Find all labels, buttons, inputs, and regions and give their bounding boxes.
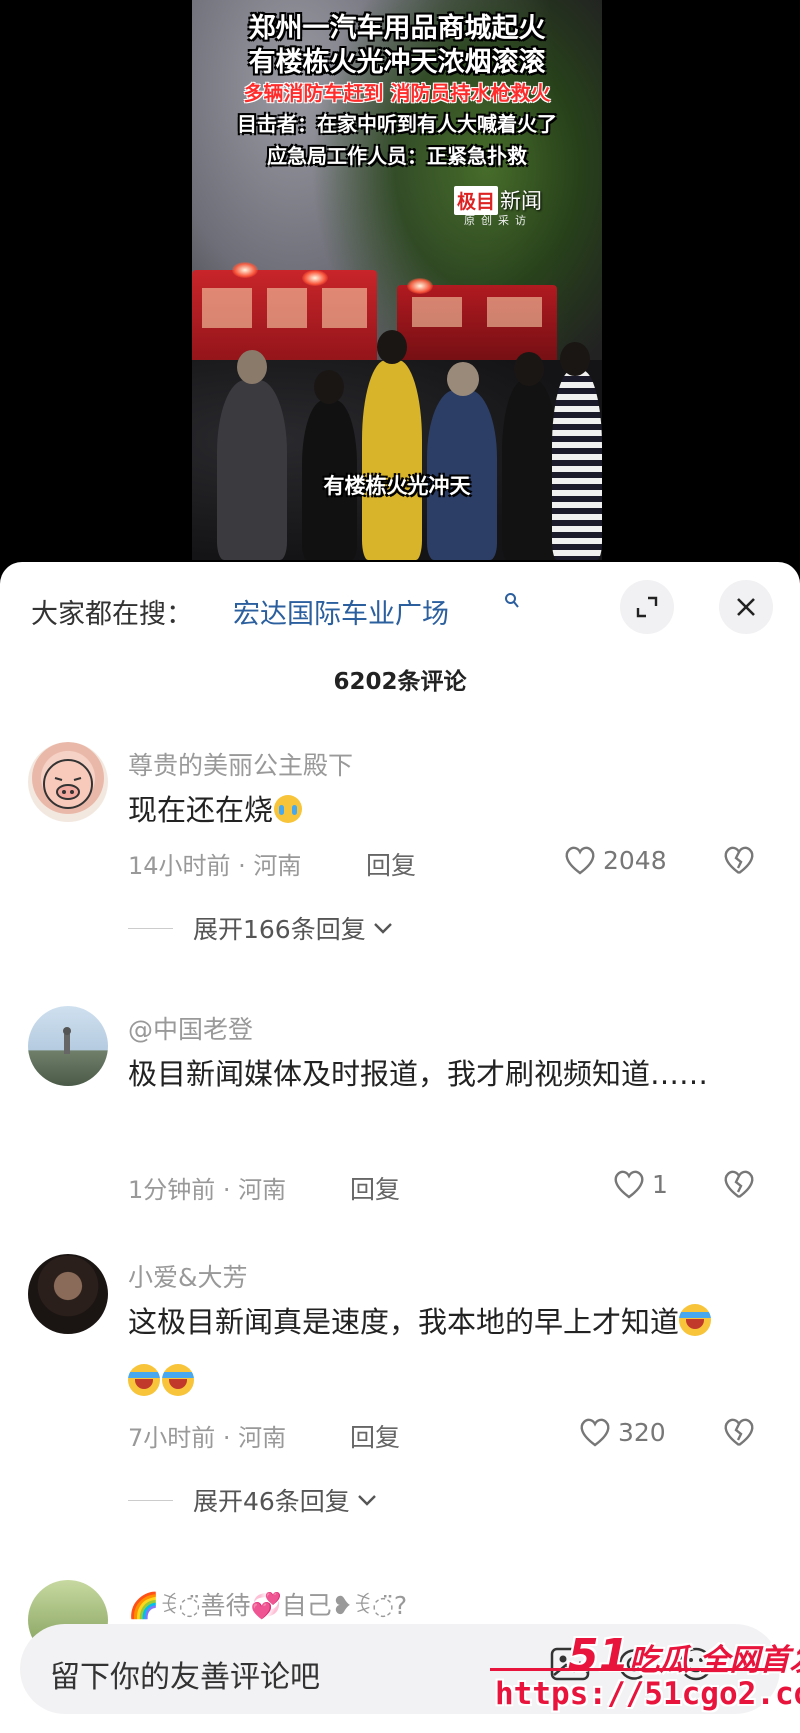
heart-icon [580,1418,610,1447]
comment-text: 极目新闻媒体及时报道，我才刷视频知道…… [128,1057,709,1091]
dislike-button[interactable] [722,1168,756,1204]
expand-replies[interactable]: 展开166条回复 [128,910,394,946]
logo-box: 极目 [454,185,499,215]
video-overlay-title: 有楼栋火光冲天浓烟滚滚 [248,47,546,78]
comment-username[interactable]: 🌈ꉂ◌̈善待💞自己❥ꉂ◌̈? [128,1586,407,1622]
crowd [192,330,602,560]
trending-search-link[interactable]: 宏达国际车业广场 [233,592,449,631]
close-button[interactable] [719,580,773,634]
trending-search-row: 大家都在搜： 宏达国际车业广场 [0,562,800,654]
laughing-crying-emoji-icon [162,1364,194,1396]
divider [128,927,173,929]
comment-text: 这极目新闻真是速度，我本地的早上才知道 [128,1292,738,1412]
divider [128,1499,173,1501]
heart-icon [614,1170,644,1199]
comment-meta: 7小时前 · 河南 [128,1424,287,1452]
video-overlay-caption: 多辆消防车赶到 消防员持水枪救火 [243,81,551,105]
trending-search-prefix: 大家都在搜： [31,599,193,630]
comment-username[interactable]: @中国老登 [128,1010,253,1046]
comment-item: 尊贵的美丽公主殿下 现在还在烧 14小时前 · 河南 回复 2048 展开166… [0,742,800,967]
news-logo: 极目 新闻 [454,185,542,215]
fire-truck-left [192,270,377,370]
dislike-button[interactable] [722,844,756,880]
expand-replies[interactable]: 展开46条回复 [128,1482,378,1518]
comment-item: 🌈ꉂ◌̈善待💞自己❥ꉂ◌̈? [0,1572,800,1660]
watermark-top: 51吃瓜 全网首发 [568,1630,800,1681]
comment-meta: 1分钟前 · 河南 [128,1176,287,1204]
video-frame[interactable]: 郑州一汽车用品商城起火 有楼栋火光冲天浓烟滚滚 多辆消防车赶到 消防员持水枪救火… [192,0,602,560]
comment-input-placeholder[interactable]: 留下你的友善评论吧 [50,1652,320,1696]
watermark-underline [490,1668,780,1671]
comment-count: 6202条评论 [333,669,467,695]
crying-emoji-icon [274,795,303,823]
laughing-crying-emoji-icon [128,1364,160,1396]
like-button[interactable]: 320 [578,1416,666,1448]
watermark-url: https://51cgo2.com [495,1676,800,1712]
broken-heart-icon [724,846,754,874]
search-icon[interactable] [504,592,520,615]
video-subtitle: 有楼栋火光冲天 [323,474,471,498]
video-player[interactable]: 郑州一汽车用品商城起火 有楼栋火光冲天浓烟滚滚 多辆消防车赶到 消防员持水枪救火… [0,0,800,568]
logo-subtitle: 原创采访 [464,214,532,227]
siren-light [232,262,258,278]
siren-light [407,278,433,294]
reply-button[interactable]: 回复 [366,846,416,882]
like-button[interactable]: 1 [612,1168,668,1200]
comment-text: 现在还在烧 [128,780,738,840]
like-count: 2048 [603,845,667,875]
avatar[interactable] [28,1006,108,1086]
like-button[interactable]: 2048 [563,844,667,876]
expand-replies-label: 展开166条回复 [193,915,366,944]
video-overlay-caption: 应急局工作人员：正紧急扑救 [267,144,527,168]
like-count: 320 [618,1417,666,1447]
expand-panel-button[interactable] [620,580,674,634]
chevron-down-icon [357,1495,376,1506]
comment-item: @中国老登 极目新闻媒体及时报道，我才刷视频知道…… 1分钟前 · 河南 回复 … [0,1006,800,1216]
comment-username[interactable]: 尊贵的美丽公主殿下 [128,746,353,782]
broken-heart-icon [724,1418,754,1446]
reply-button[interactable]: 回复 [350,1170,400,1206]
expand-icon [636,596,658,618]
chevron-down-icon [373,923,392,934]
close-icon [737,598,755,616]
avatar[interactable] [28,742,108,822]
dislike-button[interactable] [722,1416,756,1452]
reply-button[interactable]: 回复 [350,1418,400,1454]
avatar[interactable] [28,1254,108,1334]
like-count: 1 [652,1169,668,1199]
broken-heart-icon [724,1170,754,1198]
comment-username[interactable]: 小爱&大芳 [128,1258,248,1294]
laughing-crying-emoji-icon [679,1304,712,1336]
comments-panel: 大家都在搜： 宏达国际车业广场 6202条评论 尊贵的美丽公主殿下 现在还在烧 … [0,562,800,1733]
expand-replies-label: 展开46条回复 [193,1487,350,1516]
comment-meta: 14小时前 · 河南 [128,852,302,880]
video-overlay-caption: 目击者：在家中听到有人大喊着火了 [237,112,557,136]
siren-light [302,270,328,286]
comment-item: 小爱&大芳 这极目新闻真是速度，我本地的早上才知道 7小时前 · 河南 回复 3… [0,1254,800,1544]
heart-icon [565,846,595,875]
logo-text: 新闻 [500,189,543,213]
